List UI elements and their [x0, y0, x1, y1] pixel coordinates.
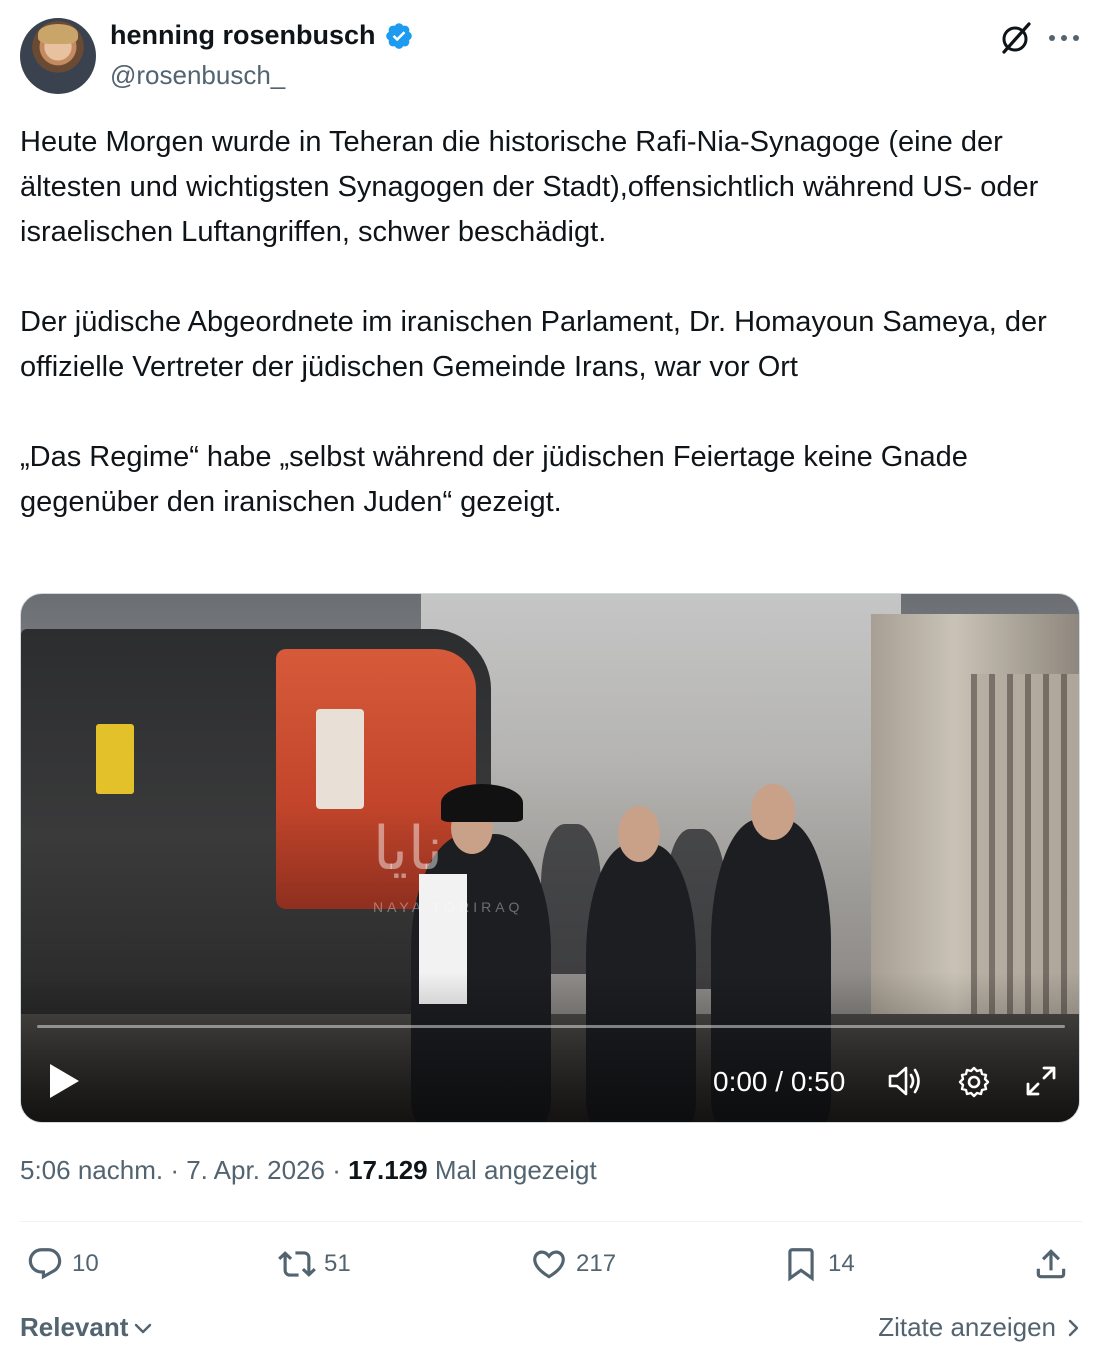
author-name[interactable]: henning rosenbusch	[110, 20, 376, 51]
repost-count: 51	[324, 1250, 351, 1277]
sort-label: Relevant	[20, 1312, 129, 1342]
reply-count: 10	[72, 1250, 99, 1277]
video-time: 0:00 / 0:50	[713, 1066, 846, 1097]
reply-icon	[28, 1248, 62, 1280]
chevron-down-icon	[135, 1323, 152, 1333]
warning-sticker	[96, 724, 134, 794]
action-bar: 10 51 217 14	[20, 1245, 1082, 1295]
reply-button[interactable]: 10	[26, 1245, 99, 1283]
tweet-text: Heute Morgen wurde in Teheran die histor…	[20, 126, 1047, 518]
like-count: 217	[576, 1250, 617, 1277]
volume-icon[interactable]	[887, 1064, 923, 1098]
share-icon	[1036, 1249, 1066, 1279]
repost-icon	[278, 1251, 316, 1277]
author-handle[interactable]: @rosenbusch_	[110, 60, 285, 91]
controls-gradient	[21, 972, 1079, 1122]
black-hat	[441, 784, 523, 822]
like-button[interactable]: 217	[530, 1245, 616, 1283]
bookmark-button[interactable]: 14	[782, 1245, 855, 1283]
chevron-right-icon	[1068, 1319, 1079, 1336]
video-watermark-sub: NAYA TORIRAQ	[373, 899, 524, 915]
video-player[interactable]: نایا NAYA TORIRAQ 0:00 / 0:50	[20, 593, 1080, 1123]
video-watermark: نایا	[373, 814, 443, 884]
share-button[interactable]	[1032, 1245, 1070, 1283]
tweet-meta: 5:06 nachm. · 7. Apr. 2026 · 17.129 Mal …	[20, 1155, 597, 1186]
reply-filter-row: Relevant Zitate anzeigen	[20, 1310, 1082, 1350]
head	[751, 784, 795, 840]
person-background	[666, 829, 726, 989]
bookmark-icon	[788, 1248, 814, 1282]
fullscreen-icon[interactable]	[1025, 1065, 1057, 1097]
avatar[interactable]	[20, 18, 96, 94]
person-background	[541, 824, 601, 974]
view-quotes-link[interactable]: Zitate anzeigen	[878, 1312, 1082, 1343]
divider	[20, 1221, 1082, 1222]
view-count: 17.129	[348, 1155, 428, 1185]
sort-relevant-dropdown[interactable]: Relevant	[20, 1312, 154, 1343]
heart-icon	[533, 1250, 565, 1279]
more-options-icon[interactable]	[1048, 32, 1080, 44]
repost-button[interactable]: 51	[278, 1245, 351, 1283]
grok-icon[interactable]	[998, 20, 1034, 56]
bookmark-count: 14	[828, 1250, 855, 1277]
settings-gear-icon[interactable]	[957, 1065, 991, 1099]
views-label: Mal angezeigt	[427, 1155, 597, 1185]
verified-badge-icon[interactable]	[384, 21, 414, 51]
star-emblem	[316, 709, 364, 809]
head	[618, 806, 660, 862]
video-progress-bar[interactable]	[37, 1025, 1065, 1028]
tweet-timestamp[interactable]: 5:06 nachm. · 7. Apr. 2026 ·	[20, 1155, 348, 1185]
author-name-row: henning rosenbusch	[110, 20, 414, 51]
tweet-header: henning rosenbusch @rosenbusch_	[20, 18, 1082, 98]
play-icon[interactable]	[47, 1062, 81, 1100]
view-quotes-label: Zitate anzeigen	[878, 1312, 1056, 1342]
